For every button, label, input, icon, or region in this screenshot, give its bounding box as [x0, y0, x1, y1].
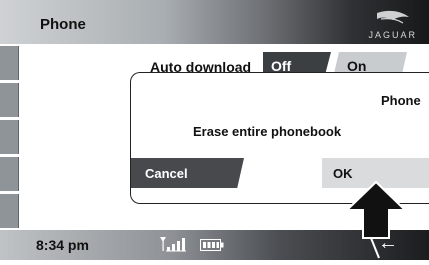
side-tab-3[interactable]: [0, 120, 19, 154]
ok-button-label: OK: [333, 166, 353, 181]
side-tab-5[interactable]: [0, 194, 19, 228]
cancel-button[interactable]: Cancel: [131, 158, 244, 188]
dialog-message: Erase entire phonebook: [193, 124, 342, 139]
signal-icon: [158, 236, 188, 252]
pointer-arrow-icon: [344, 180, 408, 260]
side-tab-4[interactable]: [0, 157, 19, 191]
battery-icon: [200, 238, 224, 251]
cancel-button-label: Cancel: [145, 166, 188, 181]
jaguar-logo-icon: JAGUAR: [337, 7, 417, 41]
dialog-title: Phone: [381, 93, 421, 108]
page-title: Phone: [40, 16, 86, 33]
side-tab-2[interactable]: [0, 83, 19, 117]
logo-text: JAGUAR: [368, 30, 417, 40]
clock-time: 8:34 pm: [36, 237, 89, 253]
side-tab-1[interactable]: [0, 46, 19, 80]
